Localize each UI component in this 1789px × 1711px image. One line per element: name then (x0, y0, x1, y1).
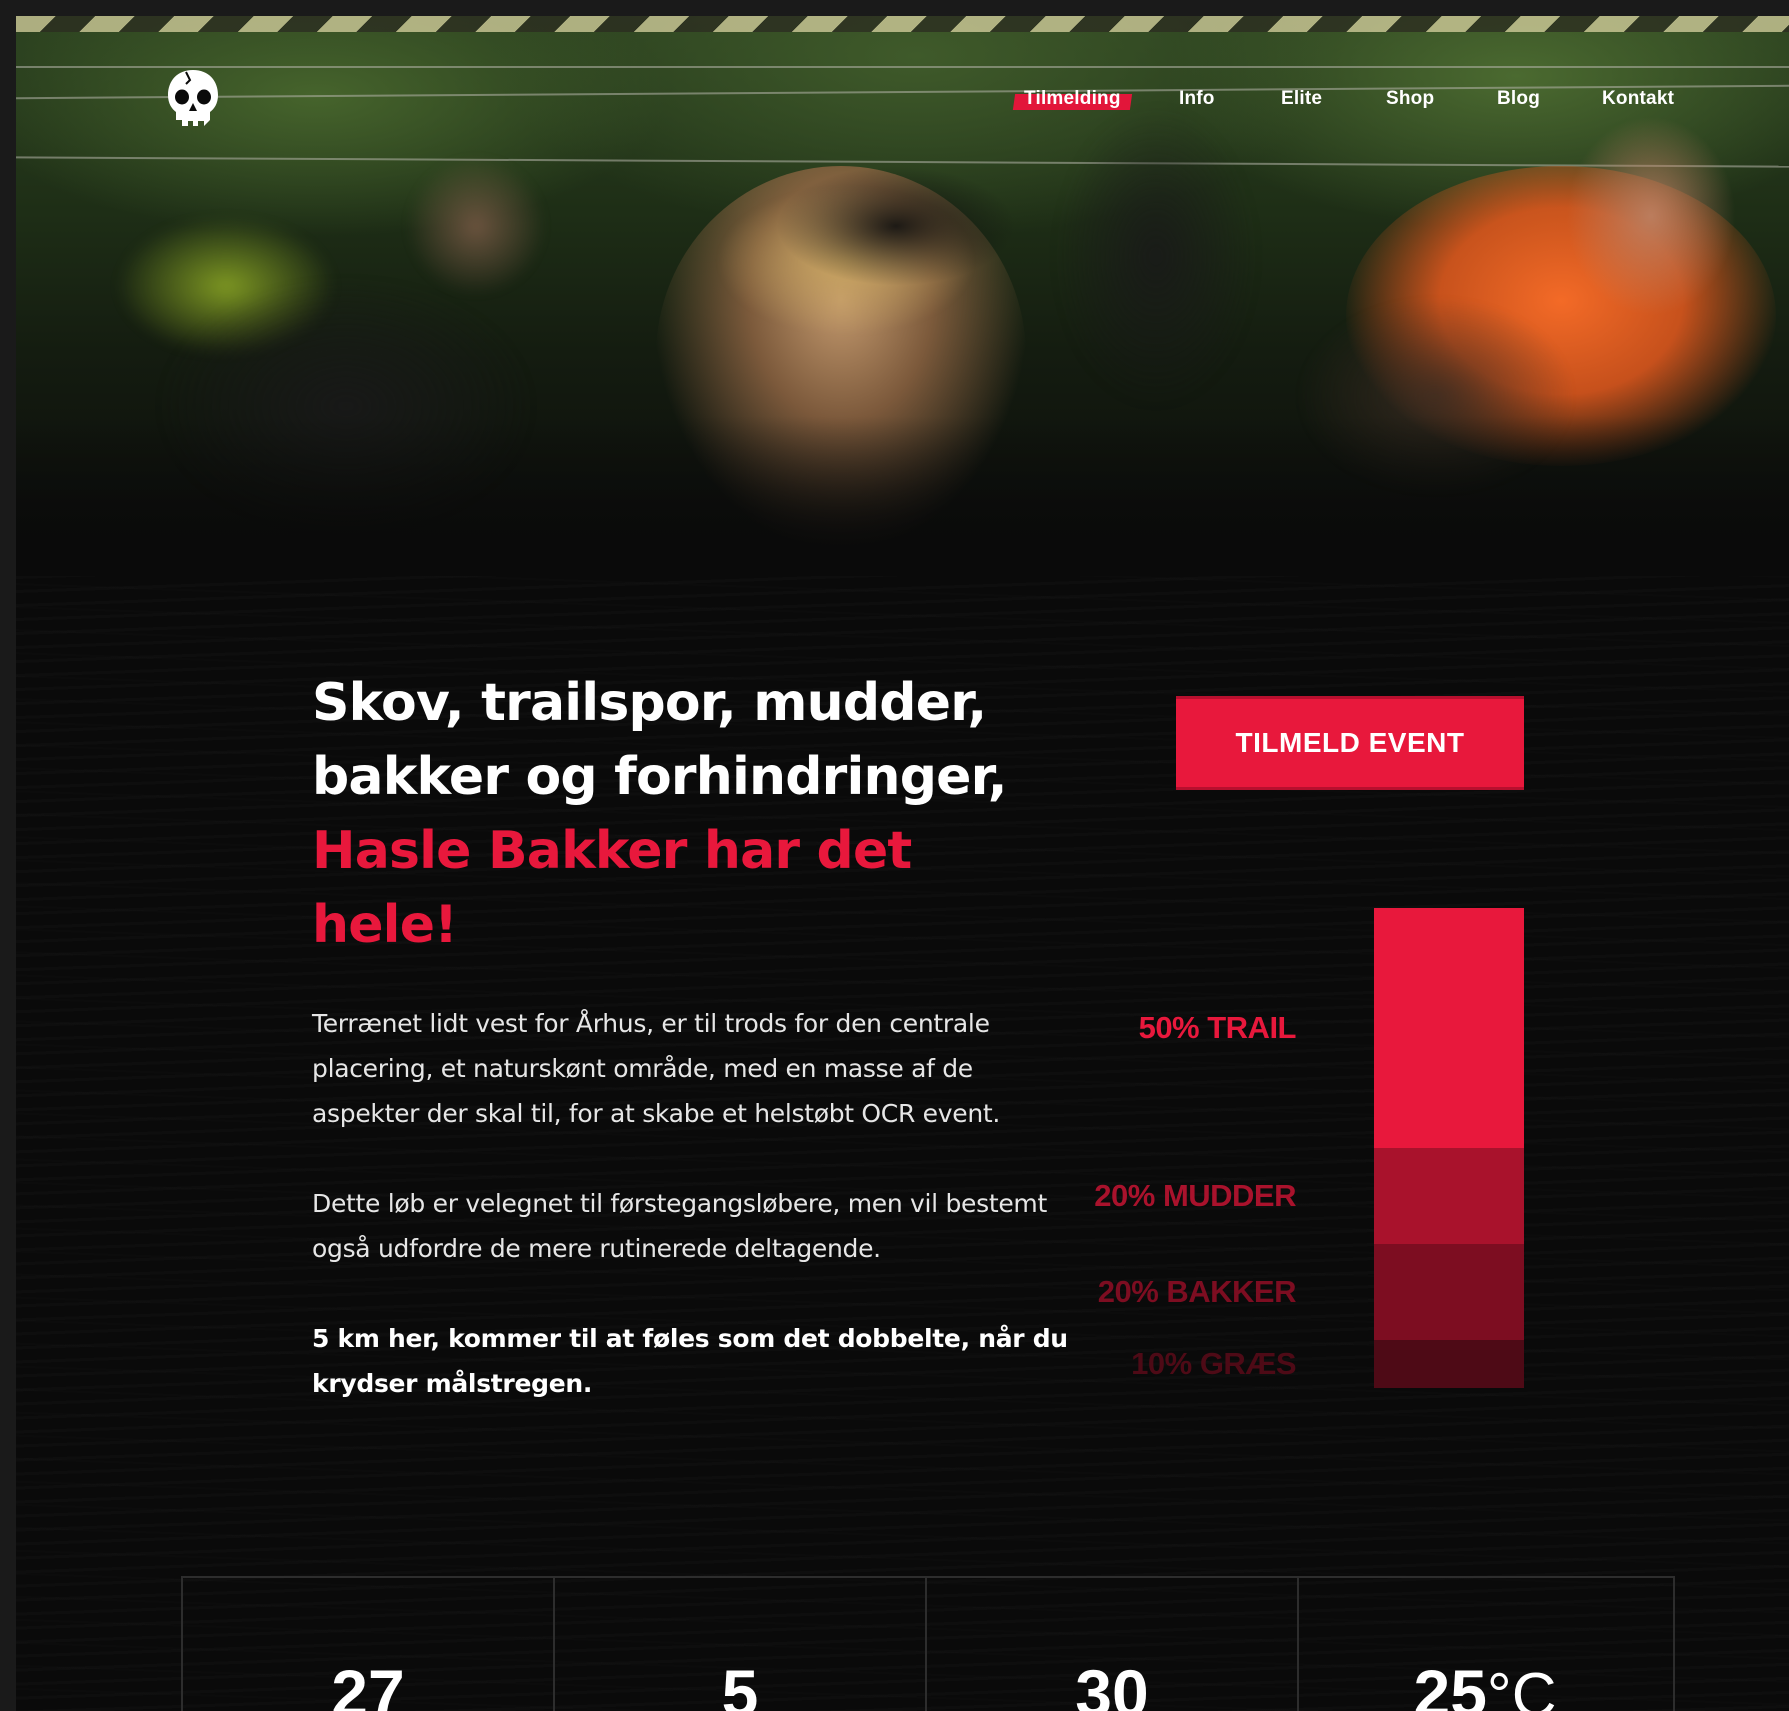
runner-figure (406, 156, 546, 296)
terrain-chart-svg (1374, 908, 1524, 1388)
nav-item-tilmelding[interactable]: Tilmelding (1024, 88, 1121, 110)
nav-item-kontakt[interactable]: Kontakt (1602, 88, 1674, 110)
stat-cell: 25°C (1299, 1578, 1671, 1711)
headline-highlight: Hasle Bakker har det hele! (312, 821, 912, 955)
nav-item-info[interactable]: Info (1179, 88, 1215, 110)
stat-number: 27 (331, 1656, 405, 1711)
terrain-bar-segment-trail (1374, 908, 1524, 1148)
stat-value: 25°C (1299, 1658, 1671, 1711)
tilmeld-event-button[interactable]: TILMELD EVENT (1176, 696, 1524, 790)
stat-value: 5 (555, 1658, 925, 1711)
stat-unit: °C (1486, 1661, 1557, 1711)
stat-value: 30 (927, 1658, 1297, 1711)
terrain-label-græs: 10% GRÆS (1131, 1346, 1296, 1381)
page-frame: Tilmelding Info Elite Shop Blog Kontakt … (16, 16, 1789, 1711)
hero-fade (16, 416, 1789, 576)
stat-cell: 27 (183, 1578, 555, 1711)
distance-paragraph: 5 km her, kommer til at føles som det do… (312, 1324, 1068, 1398)
headline-line-2: bakker og forhindringer, (312, 747, 1008, 807)
nav-item-blog[interactable]: Blog (1497, 88, 1540, 110)
terrain-bar-segment-bakker (1374, 1244, 1524, 1340)
stat-value: 27 (183, 1658, 553, 1711)
runner-figure (1056, 106, 1256, 406)
terrain-label-mudder: 20% MUDDER (1094, 1178, 1296, 1213)
terrain-label-trail: 50% TRAIL (1138, 1010, 1297, 1045)
stat-cell: 30 (927, 1578, 1299, 1711)
terrain-bar-segment-græs (1374, 1340, 1524, 1388)
runner-face (1566, 116, 1736, 316)
terrain-bar-segment-mudder (1374, 1148, 1524, 1244)
stat-number: 5 (721, 1656, 759, 1711)
intro-paragraph: Terrænet lidt vest for Århus, er til tro… (312, 1009, 1001, 1128)
stats-bar: 27 5 30 25°C (181, 1576, 1675, 1711)
terrain-chart: 50% TRAIL 20% MUDDER 20% BAKKER 10% GRÆS (1094, 896, 1536, 1396)
stat-number: 25 (1413, 1656, 1487, 1711)
audience-paragraph: Dette løb er velegnet til førstegangsløb… (312, 1189, 1047, 1263)
main-navigation: Tilmelding Info Elite Shop Blog Kontakt (16, 88, 1789, 120)
nav-item-elite[interactable]: Elite (1281, 88, 1322, 110)
runner-shirt (776, 166, 1016, 286)
barbed-wire-decoration (16, 66, 1789, 68)
terrain-label-bakker: 20% BAKKER (1097, 1274, 1297, 1309)
page-headline: Skov, trailspor, mudder, bakker og forhi… (312, 666, 1072, 962)
headline-line-1: Skov, trailspor, mudder, (312, 673, 987, 733)
hero-tape-decoration (16, 16, 1789, 32)
stat-number: 30 (1075, 1656, 1149, 1711)
nav-item-shop[interactable]: Shop (1386, 88, 1434, 110)
stat-cell: 5 (555, 1578, 927, 1711)
